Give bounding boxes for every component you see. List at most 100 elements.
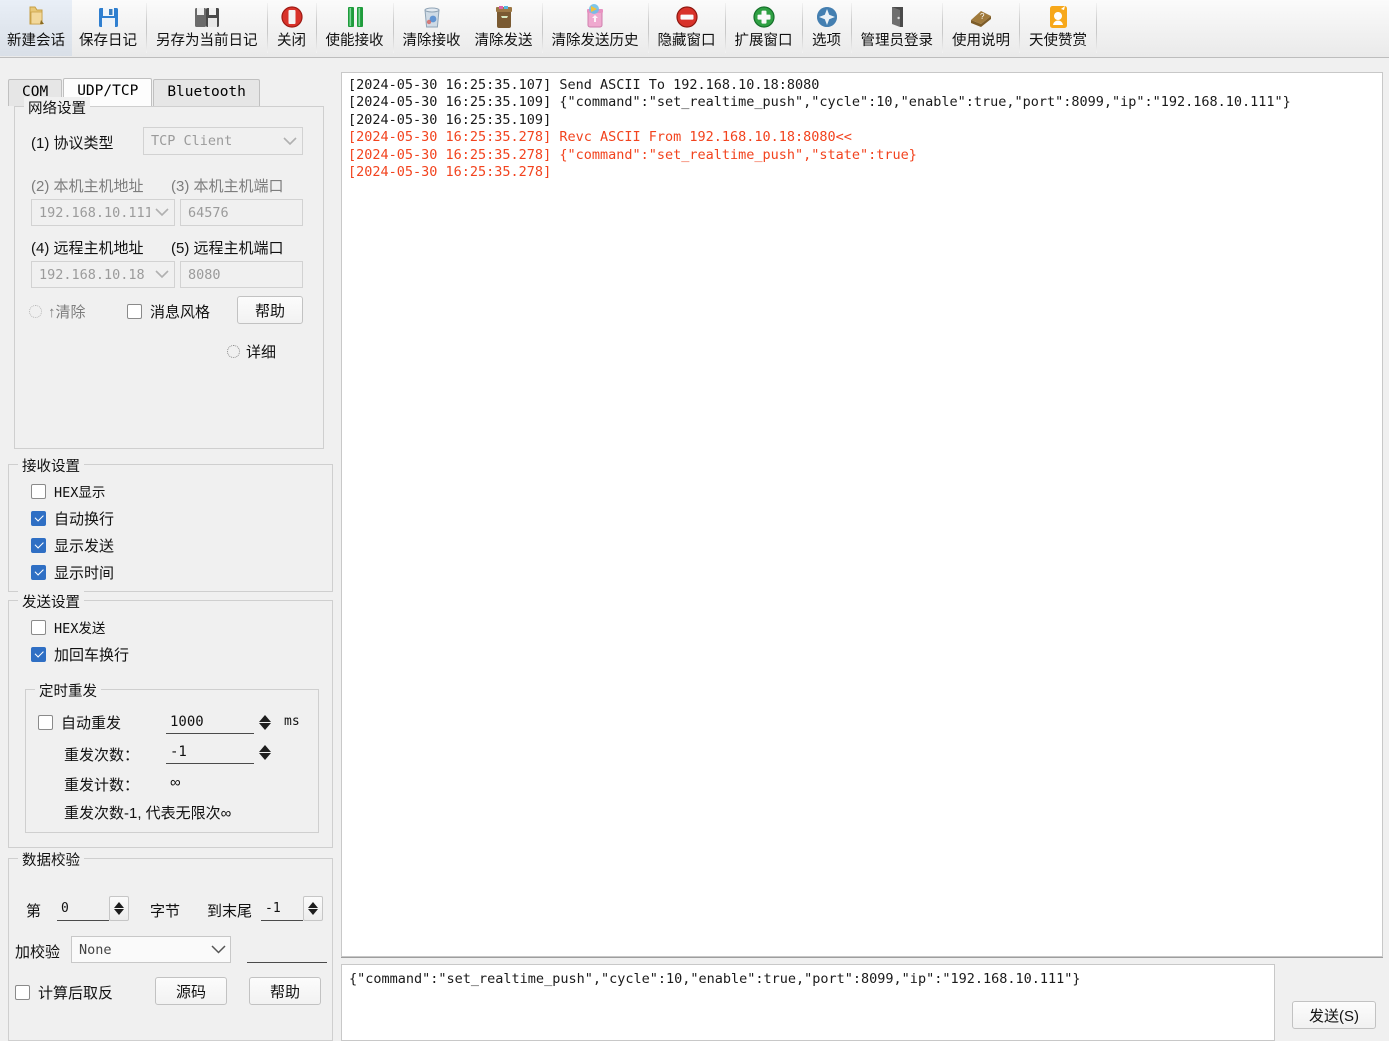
- resend-count-value: -1: [166, 740, 254, 764]
- save-log-icon: [93, 3, 123, 31]
- toolbar-button-admin-login[interactable]: 管理员登录: [854, 0, 941, 56]
- receive-option-label: 显示时间: [54, 565, 115, 582]
- donate-icon: [1043, 3, 1073, 31]
- toolbar-button-manual[interactable]: ? 使用说明: [945, 0, 1017, 56]
- toolbar-button-expand-window[interactable]: 扩展窗口: [728, 0, 800, 56]
- toolbar-separator: [146, 3, 147, 53]
- toolbar-button-clear-send[interactable]: 清除发送: [468, 0, 540, 56]
- from-byte-spinner[interactable]: 0: [57, 896, 129, 921]
- toolbar-button-label: 保存日记: [79, 33, 137, 49]
- checkbox-box: [31, 483, 46, 499]
- toolbar-button-label: 清除发送: [474, 33, 533, 49]
- send-option-label: HEX发送: [54, 621, 106, 637]
- tab-bluetooth[interactable]: Bluetooth: [153, 79, 260, 106]
- toolbar-separator: [647, 3, 649, 53]
- toolbar-button-hide-window[interactable]: 隐藏窗口: [651, 0, 723, 56]
- horizontal-splitter[interactable]: [341, 957, 1383, 961]
- receive-option-0[interactable]: HEX显示: [31, 481, 105, 501]
- chevron-down-icon: [278, 136, 302, 146]
- receive-option-3[interactable]: 显示时间: [31, 562, 114, 583]
- local-host-value: 192.168.10.111: [39, 204, 150, 221]
- expand-window-icon: [749, 3, 779, 31]
- spinner-arrows-icon[interactable]: [254, 710, 276, 734]
- send-text-area[interactable]: {"command":"set_realtime_push","cycle":1…: [341, 964, 1275, 1041]
- toolbar-button-pause-receive[interactable]: 使能接收: [319, 0, 391, 56]
- to-end-spinner[interactable]: -1: [261, 896, 323, 921]
- toolbar-button-options[interactable]: 选项: [805, 0, 849, 56]
- source-code-button[interactable]: 源码: [155, 977, 227, 1005]
- receive-option-1[interactable]: 自动换行: [31, 508, 114, 529]
- log-line: [2024-05-30 16:25:35.109]: [348, 111, 552, 128]
- remote-host-value: 192.168.10.18: [39, 266, 145, 283]
- toolbar-button-label: 另存为当前日记: [156, 33, 258, 49]
- checksum-result-input[interactable]: [247, 936, 327, 963]
- checksum-title: 数据校验: [18, 849, 84, 870]
- checksum-help-button[interactable]: 帮助: [249, 977, 321, 1005]
- add-check-label: 加校验: [15, 944, 61, 961]
- resend-count-spinner[interactable]: -1: [166, 740, 276, 764]
- chevron-down-icon: [206, 945, 230, 954]
- toolbar-button-label: 扩展窗口: [734, 33, 793, 49]
- main-toolbar: 新建会话 保存日记 另存为当前日记 关闭 使能接收 清除接收 清除发送 清除发送历史 隐藏窗口 扩…: [0, 0, 1389, 58]
- send-button[interactable]: 发送(S): [1292, 1001, 1376, 1029]
- clear-radio[interactable]: ↑清除: [29, 301, 86, 322]
- local-port-input[interactable]: 64576: [180, 199, 303, 226]
- message-style-label: 消息风格: [150, 304, 211, 321]
- invert-after-calc-checkbox[interactable]: 计算后取反: [15, 982, 113, 1003]
- checkbox-box: [31, 538, 46, 553]
- message-style-checkbox[interactable]: 消息风格: [127, 301, 210, 322]
- send-option-0[interactable]: HEX发送: [31, 617, 105, 637]
- send-option-1[interactable]: 加回车换行: [31, 644, 129, 665]
- toolbar-button-clear-send-history[interactable]: 清除发送历史: [545, 0, 646, 56]
- receive-log-panel[interactable]: [2024-05-30 16:25:35.107] Send ASCII To …: [341, 72, 1383, 957]
- toolbar-button-label: 天使赞赏: [1029, 33, 1087, 49]
- radio-circle-icon: [227, 345, 240, 358]
- toolbar-button-label: 使用说明: [952, 33, 1010, 49]
- from-label: 第: [26, 903, 42, 920]
- toolbar-separator: [801, 3, 803, 53]
- toolbar-button-new-session[interactable]: 新建会话: [0, 0, 72, 56]
- spinner-arrows-icon[interactable]: [303, 896, 323, 921]
- remote-port-input[interactable]: 8080: [180, 261, 303, 288]
- send-settings-group: 发送设置 HEX发送 加回车换行 定时重发 自动重发 1000 ms 重发次数： …: [8, 591, 333, 848]
- toolbar-button-save-log[interactable]: 保存日记: [72, 0, 144, 56]
- network-settings-title: 网络设置: [24, 97, 90, 118]
- toolbar-button-clear-receive[interactable]: 清除接收: [396, 0, 468, 56]
- protocol-type-combo[interactable]: TCP Client: [143, 127, 303, 155]
- receive-option-label: 自动换行: [54, 511, 115, 528]
- toolbar-separator: [392, 3, 394, 53]
- resend-interval-value: 1000: [166, 710, 254, 734]
- auto-resend-checkbox[interactable]: 自动重发: [38, 712, 121, 733]
- resend-counter-label: 重发计数：: [64, 777, 140, 794]
- toolbar-button-close[interactable]: 关闭: [270, 0, 314, 56]
- checksum-type-combo[interactable]: None: [71, 936, 231, 963]
- remote-host-label: (4) 远程主机地址: [31, 240, 144, 257]
- toolbar-button-label: 清除接收: [402, 33, 461, 49]
- toolbar-button-donate[interactable]: 天使赞赏: [1022, 0, 1094, 56]
- to-end-label: 到末尾: [207, 903, 253, 920]
- toolbar-separator: [266, 3, 268, 53]
- log-line: [2024-05-30 16:25:35.278] Revc ASCII Fro…: [348, 129, 852, 146]
- toolbar-button-save-as-log[interactable]: 另存为当前日记: [149, 0, 265, 56]
- toolbar-separator: [1096, 3, 1097, 53]
- detail-radio[interactable]: 详细: [227, 341, 276, 362]
- chevron-down-icon: [150, 208, 174, 217]
- clear-send-icon: [489, 3, 519, 31]
- source-code-label: 源码: [175, 983, 206, 1001]
- remote-host-combo[interactable]: 192.168.10.18: [31, 261, 175, 288]
- left-settings-panel: COM UDP/TCP Bluetooth 网络设置 (1) 协议类型 TCP Cl…: [0, 58, 338, 1041]
- receive-option-2[interactable]: 显示发送: [31, 535, 114, 556]
- resend-counter-value: ∞: [170, 774, 181, 791]
- spinner-arrows-icon[interactable]: [109, 896, 129, 921]
- checkbox-box: [31, 565, 46, 580]
- resend-count-label: 重发次数：: [64, 747, 140, 764]
- checksum-help-label: 帮助: [269, 983, 300, 1001]
- checksum-type-value: None: [79, 941, 112, 958]
- toolbar-button-label: 管理员登录: [860, 33, 934, 49]
- local-port-label: (3) 本机主机端口: [171, 178, 284, 195]
- local-host-combo[interactable]: 192.168.10.111: [31, 199, 175, 226]
- toolbar-separator: [541, 3, 543, 53]
- network-help-button[interactable]: 帮助: [237, 296, 303, 324]
- resend-interval-spinner[interactable]: 1000: [166, 710, 276, 734]
- spinner-arrows-icon[interactable]: [254, 740, 276, 764]
